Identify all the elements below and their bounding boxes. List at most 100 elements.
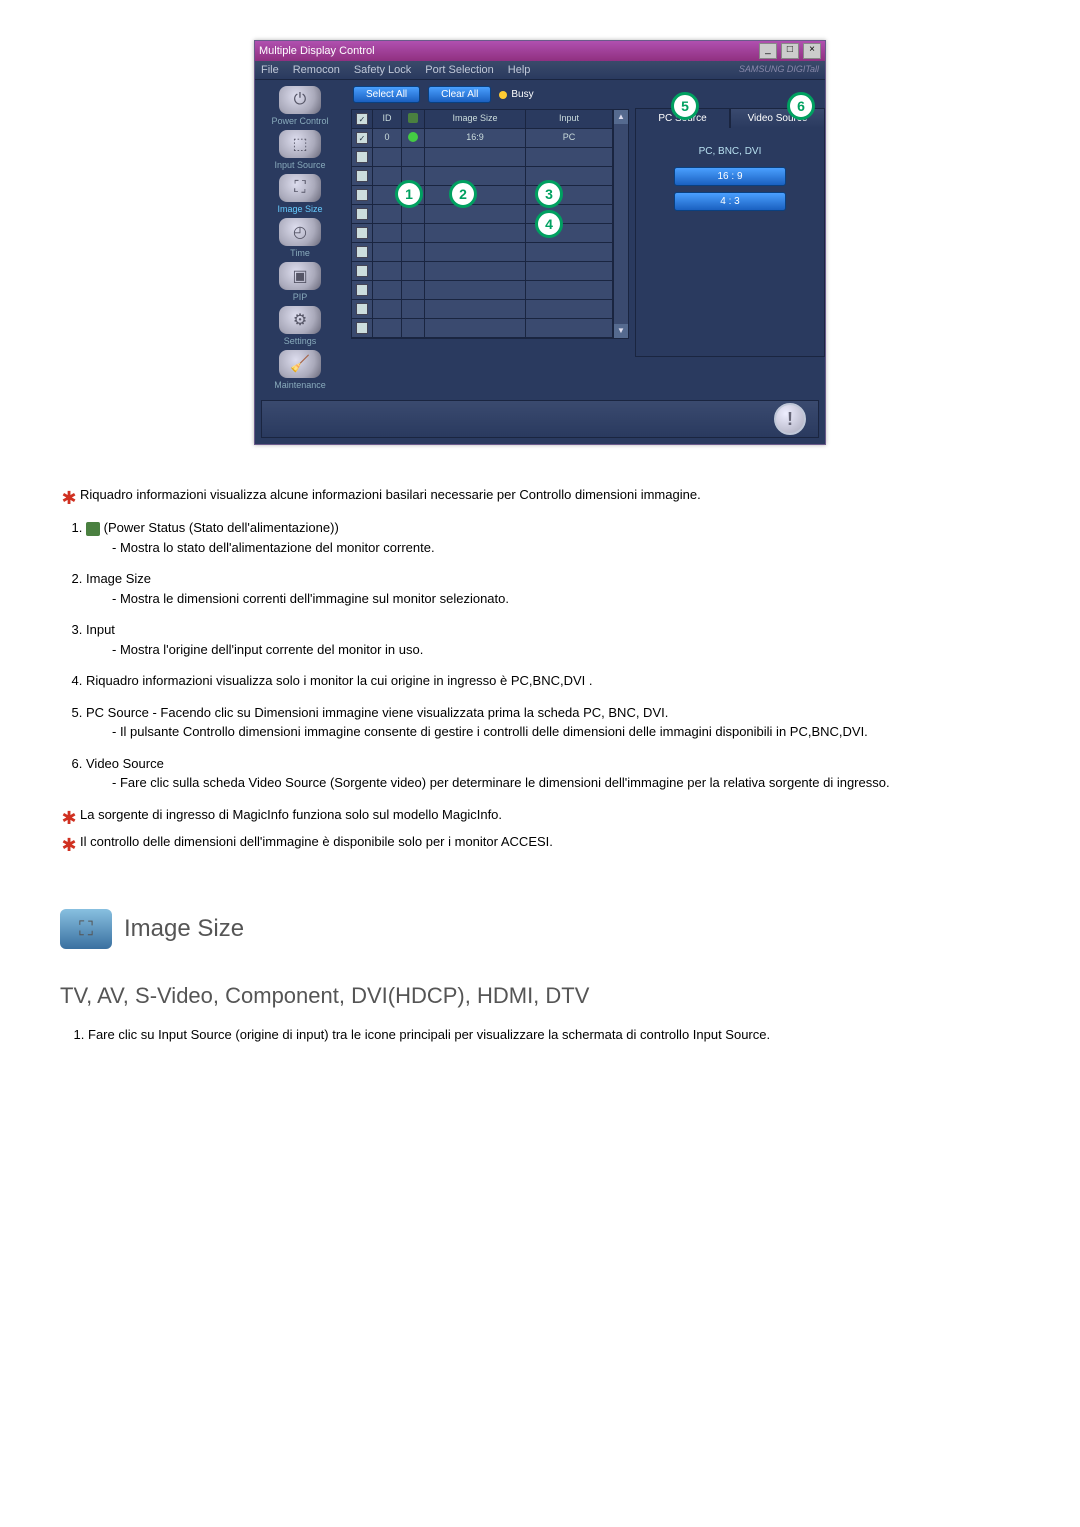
scrollbar[interactable]: ▲ ▼ <box>614 109 629 339</box>
sidebar-item-pip[interactable]: ▣ PIP <box>260 262 340 302</box>
pip-icon: ▣ <box>279 262 321 290</box>
note-4: Riquadro informazioni visualizza solo i … <box>86 671 1020 691</box>
col-image-size[interactable]: Image Size <box>425 110 526 129</box>
image-size-icon: ⛶ <box>279 174 321 202</box>
sidebar-item-power-control[interactable]: ⏻ Power Control <box>260 86 340 126</box>
busy-label: Busy <box>511 89 533 100</box>
table-row[interactable] <box>352 281 613 300</box>
table-row[interactable] <box>352 186 613 205</box>
ratio-169-button[interactable]: 16 : 9 <box>674 167 786 186</box>
maintenance-icon: 🧹 <box>279 350 321 378</box>
busy-dot-icon <box>499 91 507 99</box>
clear-all-button[interactable]: Clear All <box>428 86 491 103</box>
sidebar-item-label: Image Size <box>260 204 340 214</box>
close-icon[interactable]: × <box>803 43 821 59</box>
sidebar-item-label: Input Source <box>260 160 340 170</box>
brand-label: SAMSUNG DIGITall <box>739 64 819 76</box>
power-icon: ⏻ <box>279 86 321 114</box>
window-controls: _ □ × <box>758 43 821 59</box>
table-row[interactable] <box>352 224 613 243</box>
star-icon: ✱ <box>60 485 78 512</box>
table-row[interactable] <box>352 262 613 281</box>
table-row[interactable] <box>352 167 613 186</box>
power-on-icon <box>408 132 418 142</box>
tab-video-source[interactable]: Video Source <box>730 108 825 128</box>
maximize-icon[interactable]: □ <box>781 43 799 59</box>
right-panel: 5 6 PC Source Video Source PC, BNC, DVI … <box>635 80 825 394</box>
row-checkbox[interactable] <box>356 208 368 220</box>
power-status-icon <box>86 522 100 536</box>
col-id[interactable]: ID <box>373 110 402 129</box>
sidebar-item-label: Settings <box>260 336 340 346</box>
menu-file[interactable]: File <box>261 64 279 76</box>
busy-indicator: Busy <box>499 89 533 100</box>
image-size-icon: ⛶ <box>60 909 112 949</box>
table-row[interactable] <box>352 148 613 167</box>
table-row[interactable] <box>352 205 613 224</box>
time-icon: ◴ <box>279 218 321 246</box>
star-icon: ✱ <box>60 805 78 832</box>
menubar: File Remocon Safety Lock Port Selection … <box>255 61 825 80</box>
monitor-grid: ✓ ID Image Size Input ✓ 0 16:9 PC <box>351 109 614 339</box>
sidebar-item-label: Maintenance <box>260 380 340 390</box>
menu-port-selection[interactable]: Port Selection <box>425 64 493 76</box>
sidebar-item-settings[interactable]: ⚙ Settings <box>260 306 340 346</box>
star-icon: ✱ <box>60 832 78 859</box>
alert-icon: ! <box>774 403 806 435</box>
table-row[interactable]: ✓ 0 16:9 PC <box>352 129 613 148</box>
sidebar: ⏻ Power Control ⬚ Input Source ⛶ Image S… <box>255 80 345 394</box>
row-checkbox[interactable] <box>356 189 368 201</box>
sidebar-item-label: Power Control <box>260 116 340 126</box>
row-checkbox[interactable] <box>356 284 368 296</box>
input-source-icon: ⬚ <box>279 130 321 158</box>
sidebar-item-image-size[interactable]: ⛶ Image Size <box>260 174 340 214</box>
menu-remocon[interactable]: Remocon <box>293 64 340 76</box>
section-title: ⛶ Image Size <box>60 909 1020 949</box>
row-checkbox[interactable] <box>356 246 368 258</box>
section-subtitle: TV, AV, S-Video, Component, DVI(HDCP), H… <box>60 979 1020 1012</box>
scroll-down-icon[interactable]: ▼ <box>614 324 628 338</box>
document-body: ✱ Riquadro informazioni visualizza alcun… <box>60 485 1020 1044</box>
settings-icon: ⚙ <box>279 306 321 334</box>
row-checkbox[interactable] <box>356 322 368 334</box>
row-checkbox[interactable] <box>356 227 368 239</box>
tab-pc-source[interactable]: PC Source <box>635 108 730 128</box>
menu-safety-lock[interactable]: Safety Lock <box>354 64 411 76</box>
col-input[interactable]: Input <box>526 110 613 129</box>
scroll-up-icon[interactable]: ▲ <box>614 110 628 124</box>
step-1: Fare clic su Input Source (origine di in… <box>88 1025 1020 1045</box>
titlebar: Multiple Display Control _ □ × <box>255 41 825 61</box>
sidebar-item-label: PIP <box>260 292 340 302</box>
row-checkbox[interactable] <box>356 303 368 315</box>
table-row[interactable] <box>352 300 613 319</box>
sidebar-item-maintenance[interactable]: 🧹 Maintenance <box>260 350 340 390</box>
col-check[interactable]: ✓ <box>352 110 373 129</box>
row-input: PC <box>526 129 613 148</box>
select-all-button[interactable]: Select All <box>353 86 420 103</box>
row-id: 0 <box>373 129 402 148</box>
mode-label: PC, BNC, DVI <box>650 142 810 161</box>
row-checkbox[interactable]: ✓ <box>356 132 368 144</box>
star-note-3: Il controllo delle dimensioni dell'immag… <box>80 832 1020 852</box>
star-note-2: La sorgente di ingresso di MagicInfo fun… <box>80 805 1020 825</box>
table-row[interactable] <box>352 243 613 262</box>
note-2: Image Size - Mostra le dimensioni corren… <box>86 569 1020 608</box>
ratio-43-button[interactable]: 4 : 3 <box>674 192 786 211</box>
col-power[interactable] <box>402 110 425 129</box>
menu-help[interactable]: Help <box>508 64 531 76</box>
row-checkbox[interactable] <box>356 170 368 182</box>
table-row[interactable] <box>352 319 613 338</box>
note-5: PC Source - Facendo clic su Dimensioni i… <box>86 703 1020 742</box>
row-image-size: 16:9 <box>425 129 526 148</box>
window-title: Multiple Display Control <box>259 45 758 57</box>
minimize-icon[interactable]: _ <box>759 43 777 59</box>
app-window: Multiple Display Control _ □ × File Remo… <box>254 40 826 445</box>
note-1: (Power Status (Stato dell'alimentazione)… <box>86 518 1020 557</box>
sidebar-item-input-source[interactable]: ⬚ Input Source <box>260 130 340 170</box>
row-checkbox[interactable] <box>356 151 368 163</box>
main-panel: Select All Clear All Busy ✓ ID Image Siz… <box>345 80 635 394</box>
sidebar-item-time[interactable]: ◴ Time <box>260 218 340 258</box>
row-checkbox[interactable] <box>356 265 368 277</box>
note-6: Video Source - Fare clic sulla scheda Vi… <box>86 754 1020 793</box>
status-bar: ! <box>261 400 819 438</box>
